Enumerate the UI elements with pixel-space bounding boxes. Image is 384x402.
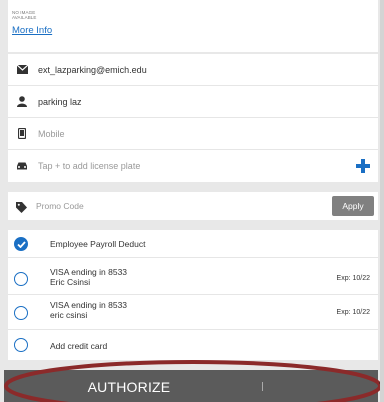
payment-option-card-1[interactable]: VISA ending in 8533 Eric Csinsi Exp: 10/… [8, 262, 378, 295]
payment-option-payroll[interactable]: Employee Payroll Deduct [8, 230, 378, 258]
email-value: ext_lazparking@emich.edu [38, 64, 147, 75]
payment-screen: NO IMAGE AVAILABLE More Info ext_lazpark… [0, 0, 384, 402]
card2-holder: eric csinsi [50, 310, 88, 320]
mobile-placeholder[interactable]: Mobile [38, 129, 65, 139]
card1-radio[interactable] [14, 272, 28, 286]
card2-number: VISA ending in 8533 [50, 300, 128, 310]
card1-details: VISA ending in 8533 Eric Csinsi [50, 267, 127, 287]
user-details-card: ext_lazparking@emich.edu parking laz Mob… [8, 54, 378, 182]
no-image-placeholder: NO IMAGE AVAILABLE [12, 10, 37, 20]
payment-option-add-card[interactable]: Add credit card [8, 330, 378, 360]
lot-info-card: NO IMAGE AVAILABLE More Info [8, 0, 378, 52]
check-icon [16, 240, 26, 248]
promo-code-input[interactable] [36, 196, 306, 216]
tag-icon [16, 200, 28, 213]
person-icon [16, 96, 28, 108]
payroll-label: Employee Payroll Deduct [50, 239, 146, 249]
email-row: ext_lazparking@emich.edu [8, 54, 378, 86]
car-icon [16, 160, 28, 172]
no-image-line2: AVAILABLE [12, 15, 37, 20]
envelope-icon [16, 64, 28, 76]
authorize-divider [262, 382, 263, 391]
card1-expiry: Exp: 10/22 [336, 275, 370, 282]
add-card-label: Add credit card [50, 341, 108, 351]
card2-expiry: Exp: 10/22 [336, 309, 370, 316]
name-value: parking laz [38, 96, 82, 107]
license-plate-row[interactable]: Tap + to add license plate [8, 150, 378, 182]
authorize-button[interactable]: AUTHORIZE [4, 370, 378, 402]
plus-icon[interactable] [354, 157, 372, 175]
payment-option-card-2[interactable]: VISA ending in 8533 eric csinsi Exp: 10/… [8, 295, 378, 330]
apply-button[interactable]: Apply [332, 196, 374, 216]
payment-methods-card: Employee Payroll Deduct VISA ending in 8… [8, 230, 378, 360]
payroll-radio[interactable] [14, 237, 28, 251]
add-card-radio[interactable] [14, 338, 28, 352]
phone-icon [16, 128, 28, 140]
authorize-label: AUTHORIZE [87, 379, 171, 395]
card2-details: VISA ending in 8533 eric csinsi [50, 300, 127, 320]
card2-radio[interactable] [14, 306, 28, 320]
scrollbar-track[interactable] [380, 0, 384, 402]
card1-number: VISA ending in 8533 [50, 267, 128, 277]
promo-code-card: Apply [8, 192, 378, 220]
name-row: parking laz [8, 86, 378, 118]
mobile-row[interactable]: Mobile [8, 118, 378, 150]
card1-holder: Eric Csinsi [50, 277, 91, 287]
more-info-link[interactable]: More Info [12, 25, 52, 36]
license-plate-placeholder: Tap + to add license plate [38, 161, 141, 171]
